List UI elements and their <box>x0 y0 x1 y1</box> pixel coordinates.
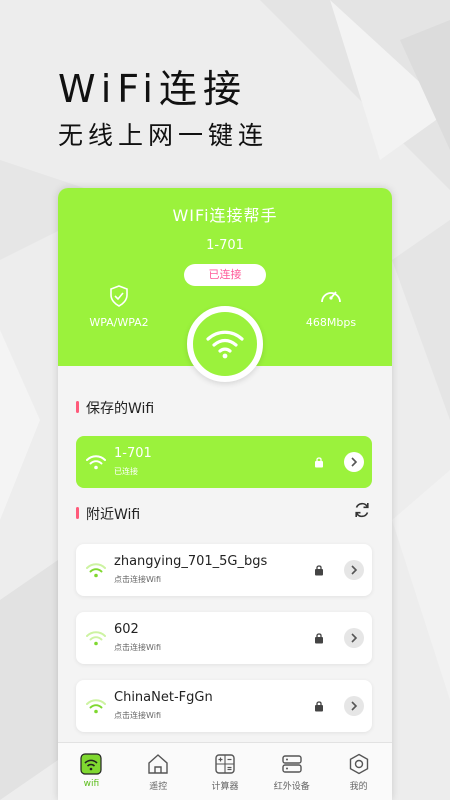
app-screen: WIFi连接帮手 1-701 已连接 WPA/WPA2 468Mbps 保存的W… <box>58 188 392 800</box>
refresh-icon[interactable] <box>352 500 372 520</box>
tab-label: 红外设备 <box>273 782 310 792</box>
wifi-signal-icon <box>86 631 106 646</box>
lock-icon <box>315 633 323 644</box>
tab-label: wifi <box>83 779 100 789</box>
tab-label: 遥控 <box>149 782 168 792</box>
promo-headline: WiFi连接 <box>58 67 247 111</box>
tab-label: 计算器 <box>211 782 239 792</box>
tab-profile[interactable]: 我的 <box>325 743 392 800</box>
nearby-wifi-item[interactable]: zhangying_701_5G_bgs 点击连接Wifi <box>76 544 372 596</box>
tab-calculator[interactable]: 计算器 <box>192 743 259 800</box>
security-stat: WPA/WPA2 <box>74 284 164 329</box>
ir-device-icon <box>282 755 302 773</box>
wifi-name: 602 <box>114 622 139 637</box>
nearby-wifi-item[interactable]: ChinaNet-FgGn 点击连接Wifi <box>76 680 372 732</box>
wifi-detail-button[interactable] <box>344 628 364 648</box>
wifi-detail-button[interactable] <box>344 696 364 716</box>
nearby-wifi-heading: 附近Wifi <box>76 504 140 524</box>
wifi-hint: 点击连接Wifi <box>114 711 161 720</box>
wifi-signal-icon <box>86 699 106 714</box>
chevron-right-icon <box>351 565 358 575</box>
saved-wifi-heading: 保存的Wifi <box>76 398 154 418</box>
lock-icon <box>315 701 323 712</box>
speedometer-icon <box>321 291 341 303</box>
tab-wifi[interactable]: wifi <box>58 743 125 800</box>
connection-status-badge: 已连接 <box>184 264 266 286</box>
chevron-right-icon <box>351 457 358 467</box>
tab-ir-devices[interactable]: 红外设备 <box>258 743 325 800</box>
speed-label: 468Mbps <box>305 316 357 329</box>
shield-check-icon <box>110 285 128 307</box>
wifi-name: ChinaNet-FgGn <box>114 690 213 705</box>
calculator-icon <box>215 754 235 774</box>
nearby-wifi-item[interactable]: 602 点击连接Wifi <box>76 612 372 664</box>
wifi-signal-icon <box>86 455 106 470</box>
profile-hexagon-icon <box>349 753 368 775</box>
chevron-right-icon <box>351 701 358 711</box>
home-icon <box>148 754 168 774</box>
chevron-right-icon <box>351 633 358 643</box>
wifi-hint: 点击连接Wifi <box>114 575 161 584</box>
speed-stat: 468Mbps <box>286 284 376 329</box>
wifi-name: 1-701 <box>114 446 152 461</box>
wifi-detail-button[interactable] <box>344 452 364 472</box>
security-label: WPA/WPA2 <box>89 316 149 329</box>
saved-wifi-item[interactable]: 1-701 已连接 <box>76 436 372 488</box>
lock-icon <box>315 565 323 576</box>
wifi-signal-icon <box>86 563 106 578</box>
connect-wifi-button[interactable] <box>187 306 263 382</box>
tab-remote[interactable]: 遥控 <box>125 743 192 800</box>
wifi-icon <box>206 330 244 359</box>
wifi-hint: 点击连接Wifi <box>114 643 161 652</box>
wifi-name: zhangying_701_5G_bgs <box>114 554 268 569</box>
tab-label: 我的 <box>349 782 368 792</box>
wifi-detail-button[interactable] <box>344 560 364 580</box>
wifi-status: 已连接 <box>114 467 138 476</box>
wifi-tab-icon <box>80 753 102 775</box>
promo-subline: 无线上网一键连 <box>58 121 269 150</box>
current-ssid: 1-701 <box>206 238 244 253</box>
lock-icon <box>315 457 323 468</box>
app-title: WIFi连接帮手 <box>172 206 278 225</box>
bottom-tab-bar: wifi 遥控 计算器 红外设备 我的 <box>58 742 392 800</box>
